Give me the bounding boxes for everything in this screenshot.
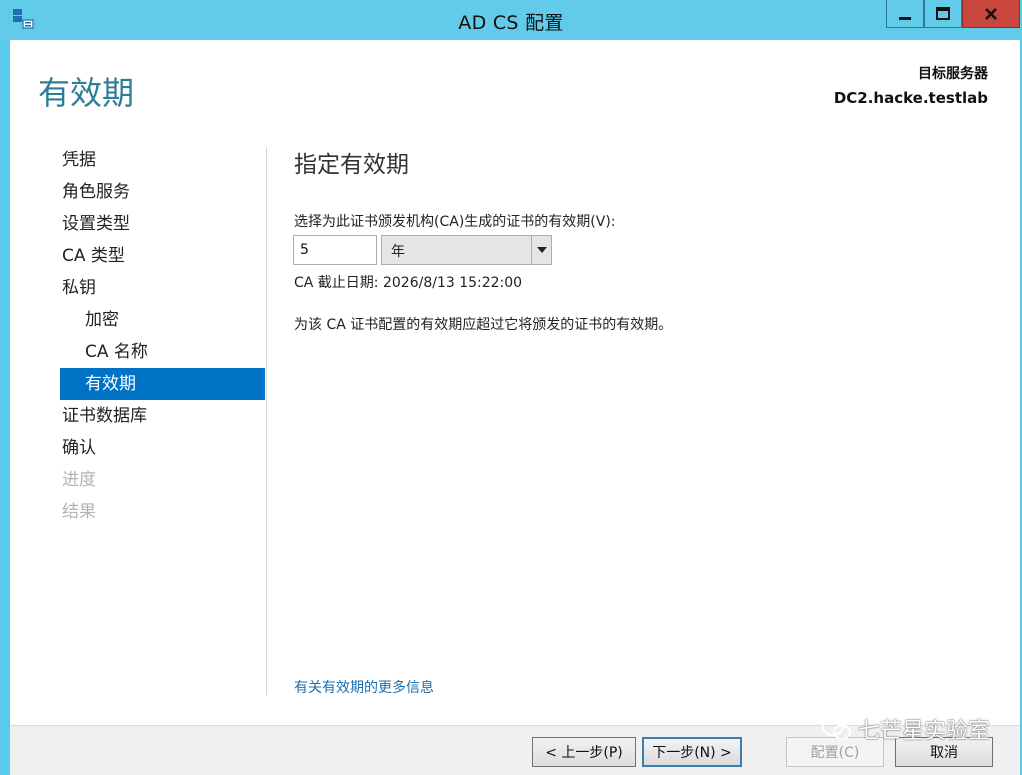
- nav-item-progress: 进度: [62, 470, 96, 490]
- next-button[interactable]: 下一步(N) >: [642, 737, 742, 767]
- dropdown-arrow[interactable]: [531, 236, 551, 264]
- validity-unit-dropdown[interactable]: 年: [381, 235, 552, 265]
- nav-item-ca-type[interactable]: CA 类型: [60, 240, 265, 272]
- ca-expiration-date: CA 截止日期: 2026/8/13 15:22:00: [294, 275, 523, 291]
- nav-item-credentials[interactable]: 凭据: [60, 144, 265, 176]
- close-button[interactable]: [962, 0, 1020, 28]
- nav-item-certificate-database[interactable]: 证书数据库: [60, 400, 265, 432]
- wizard-nav: 凭据 角色服务 设置类型 CA 类型 私钥 加密 CA 名称 有效期 证书数据库…: [60, 144, 265, 528]
- target-server-value: DC2.hacke.testlab: [833, 89, 988, 107]
- nav-item-ca-name[interactable]: CA 名称: [60, 336, 265, 368]
- validity-prompt-label: 选择为此证书颁发机构(CA)生成的证书的有效期(V):: [294, 214, 616, 230]
- close-icon: [985, 7, 997, 20]
- nav-item-cryptography[interactable]: 加密: [60, 304, 265, 336]
- validity-unit-value: 年: [391, 244, 405, 260]
- nav-item-setup-type[interactable]: 设置类型: [60, 208, 265, 240]
- title-bar[interactable]: AD CS 配置: [0, 0, 1022, 40]
- watermark: 七芒星实验室: [821, 713, 990, 745]
- window-title: AD CS 配置: [458, 12, 564, 34]
- watermark-text: 七芒星实验室: [857, 719, 990, 744]
- nav-item-validity-period[interactable]: 有效期: [60, 368, 265, 400]
- section-title: 指定有效期: [294, 152, 409, 178]
- validity-period-input[interactable]: [293, 235, 377, 265]
- maximize-button[interactable]: [924, 0, 962, 28]
- nav-item-role-services[interactable]: 角色服务: [60, 176, 265, 208]
- minimize-button[interactable]: [886, 0, 924, 28]
- ad-cs-config-window: AD CS 配置 有效期 目标服务器 DC2.hacke.testlab 凭据 …: [0, 0, 1022, 775]
- minimize-icon: [899, 16, 911, 20]
- more-info-link[interactable]: 有关有效期的更多信息: [294, 677, 434, 697]
- nav-item-confirmation[interactable]: 确认: [60, 432, 265, 464]
- window-controls: [886, 0, 1020, 30]
- wechat-icon: [821, 718, 851, 740]
- nav-item-results: 结果: [62, 502, 96, 522]
- wizard-content: 有效期 目标服务器 DC2.hacke.testlab 凭据 角色服务 设置类型…: [10, 40, 1020, 725]
- nav-item-private-key[interactable]: 私钥: [60, 272, 265, 304]
- target-server-label: 目标服务器: [918, 66, 988, 82]
- nav-divider: [266, 147, 267, 695]
- chevron-down-icon: [536, 246, 547, 253]
- back-button[interactable]: < 上一步(P): [532, 737, 636, 767]
- validity-note: 为该 CA 证书配置的有效期应超过它将颁发的证书的有效期。: [294, 317, 673, 333]
- page-heading: 有效期: [38, 74, 135, 112]
- maximize-icon: [936, 6, 950, 20]
